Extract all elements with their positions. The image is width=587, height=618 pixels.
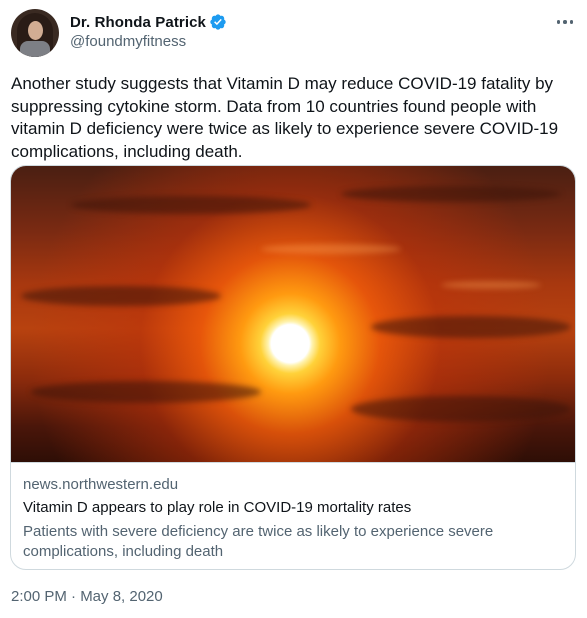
verified-badge-icon: [210, 14, 226, 30]
author-block: Dr. Rhonda Patrick @foundmyfitness: [70, 12, 227, 50]
author-avatar[interactable]: [11, 9, 59, 57]
link-card-domain: news.northwestern.edu: [23, 476, 179, 493]
author-name[interactable]: Dr. Rhonda Patrick: [70, 14, 206, 31]
more-options-icon[interactable]: [552, 12, 578, 32]
link-preview-card[interactable]: news.northwestern.edu Vitamin D appears …: [10, 165, 576, 570]
link-card-title: Vitamin D appears to play role in COVID-…: [23, 499, 412, 516]
link-card-image[interactable]: [11, 166, 575, 462]
tweet: Dr. Rhonda Patrick @foundmyfitness Anoth…: [0, 0, 587, 618]
link-card-body[interactable]: news.northwestern.edu Vitamin D appears …: [11, 462, 575, 562]
tweet-text: Another study suggests that Vitamin D ma…: [11, 74, 559, 161]
tweet-timestamp[interactable]: 2:00 PM · May 8, 2020: [11, 588, 163, 605]
link-card-description: Patients with severe deficiency are twic…: [23, 523, 494, 560]
author-handle[interactable]: @foundmyfitness: [70, 33, 227, 50]
